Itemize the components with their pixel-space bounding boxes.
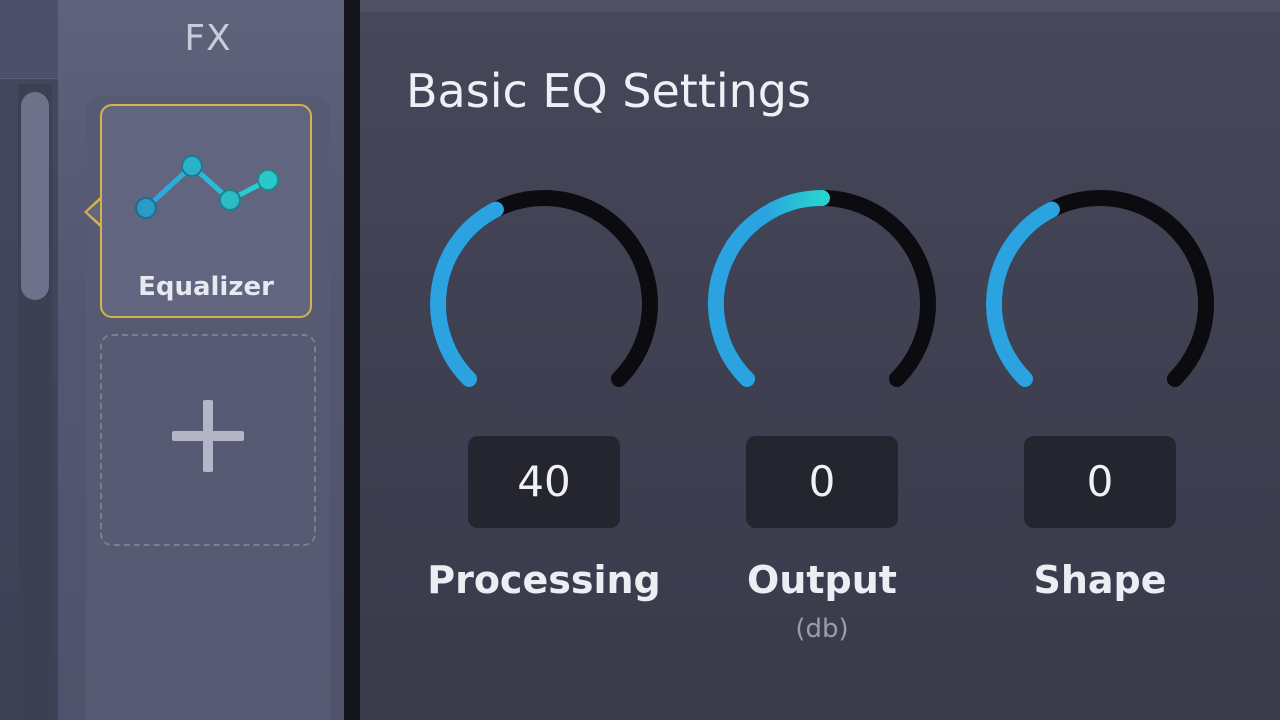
output-label: Output [747,558,897,602]
scrollbar-thumb[interactable] [21,92,49,300]
fx-panel-title: FX [184,18,232,59]
knob-output: 0 Output (db) [702,186,942,666]
shape-label: Shape [1033,558,1167,602]
knob-fill-arc [430,201,504,387]
app-window: FX Equalizer Basic EQ Settings 40 Proces… [0,0,1280,720]
processing-label: Processing [427,558,661,602]
left-strip-header [0,0,58,79]
knob-processing-dial[interactable] [424,186,664,426]
add-effect-button[interactable] [100,334,316,546]
effect-card-equalizer[interactable]: Equalizer [100,104,312,318]
knob-processing: 40 Processing [424,186,664,666]
panel-divider[interactable] [344,0,360,720]
processing-value[interactable]: 40 [468,436,620,528]
knob-fill-arc [708,190,830,387]
output-value[interactable]: 0 [746,436,898,528]
settings-topbar [360,0,1280,12]
plus-icon [172,400,244,472]
settings-panel: Basic EQ Settings 40 Processing 0 Output… [360,0,1280,720]
knob-shape: 0 Shape [980,186,1220,666]
output-unit: (db) [795,614,849,644]
left-panel-strip [0,0,58,720]
knob-fill-arc [986,201,1060,387]
settings-title: Basic EQ Settings [406,64,811,118]
effect-card-label: Equalizer [138,272,274,302]
shape-value[interactable]: 0 [1024,436,1176,528]
knob-output-dial[interactable] [702,186,942,426]
equalizer-curve-icon [135,155,279,219]
knob-shape-dial[interactable] [980,186,1220,426]
